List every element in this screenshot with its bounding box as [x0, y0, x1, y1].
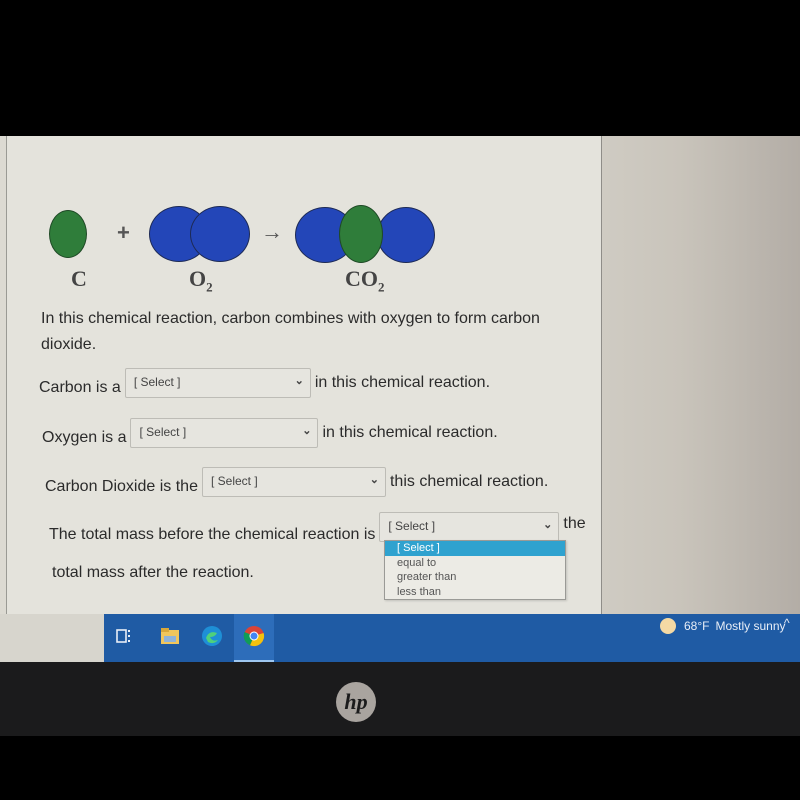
intro-text: In this chemical reaction, carbon combin…: [41, 310, 540, 353]
question-1-suffix: in this chemical reaction.: [314, 374, 491, 391]
hp-logo: hp: [336, 682, 376, 722]
chevron-down-icon: ⌄: [302, 425, 312, 437]
file-explorer-icon[interactable]: [158, 624, 182, 648]
formula-o2: O2: [189, 266, 213, 295]
laptop-bezel: [0, 662, 800, 736]
question-3-prefix: Carbon Dioxide is the: [45, 478, 198, 495]
question-1-select-value: [ Select ]: [133, 375, 181, 389]
co2-oxygen-atom-2: [377, 207, 435, 263]
question-4-suffix: the: [563, 515, 586, 532]
question-3-select[interactable]: [ Select ] ⌄: [201, 467, 386, 497]
edge-icon[interactable]: [200, 624, 224, 648]
dropdown-option-equal-to[interactable]: equal to: [385, 556, 565, 571]
question-4-select-value: [ Select ]: [388, 519, 436, 533]
question-1-prefix: Carbon is a: [39, 379, 121, 396]
question-2-prefix: Oxygen is a: [42, 429, 127, 446]
formula-co2: CO2: [345, 266, 385, 295]
dropdown-option-greater-than[interactable]: greater than: [385, 570, 565, 585]
question-4-prefix: The total mass before the chemical react…: [49, 526, 376, 543]
formula-c: C: [71, 266, 87, 291]
co2-carbon-atom: [339, 205, 383, 263]
chrome-icon[interactable]: [242, 624, 266, 648]
dropdown-option-select[interactable]: [ Select ]: [385, 541, 565, 556]
question-4-continuation: total mass after the reaction.: [52, 564, 254, 581]
taskbar-edge: [0, 614, 104, 662]
weather-temperature: 68°F: [684, 619, 710, 633]
chevron-down-icon: ⌄: [543, 519, 553, 531]
chevron-down-icon: ⌄: [294, 375, 304, 387]
question-4-select[interactable]: [ Select ] ⌄: [379, 512, 560, 542]
question-2-suffix: in this chemical reaction.: [322, 424, 498, 441]
oxygen-atom-2: [190, 206, 250, 262]
windows-taskbar: 68°F Mostly sunny ^: [0, 614, 800, 662]
carbon-atom: [49, 210, 87, 258]
question-1-select[interactable]: [ Select ] ⌄: [124, 368, 311, 398]
reaction-diagram: + → C O2 CO2: [47, 202, 447, 295]
reaction-arrow: →: [261, 219, 283, 244]
plus-sign: +: [117, 220, 130, 245]
question-2-select-value: [ Select ]: [139, 425, 187, 439]
chevron-down-icon: ⌄: [369, 474, 379, 486]
quiz-question-panel: + → C O2 CO2 In this chemical reaction, …: [6, 136, 602, 616]
partly-sunny-icon: [660, 618, 676, 634]
question-3-suffix: this chemical reaction.: [389, 473, 549, 490]
question-2-select[interactable]: [ Select ] ⌄: [130, 418, 319, 448]
question-3-select-value: [ Select ]: [210, 474, 258, 488]
dropdown-option-less-than[interactable]: less than: [385, 585, 565, 600]
weather-widget[interactable]: 68°F Mostly sunny: [660, 618, 786, 634]
tray-chevron-up-icon[interactable]: ^: [784, 616, 790, 630]
question-row-1: Carbon is a [ Select ] ⌄ in this chemica…: [39, 368, 490, 398]
question-row-2: Oxygen is a [ Select ] ⌄ in this chemica…: [42, 418, 498, 448]
question-row-4: The total mass before the chemical react…: [49, 510, 586, 544]
question-4-dropdown-list: [ Select ] equal to greater than less th…: [384, 540, 566, 600]
weather-condition: Mostly sunny: [715, 619, 786, 633]
task-view-icon[interactable]: [112, 624, 136, 648]
question-row-3: Carbon Dioxide is the [ Select ] ⌄ this …: [45, 467, 548, 497]
screen: + → C O2 CO2 In this chemical reaction, …: [0, 136, 800, 616]
